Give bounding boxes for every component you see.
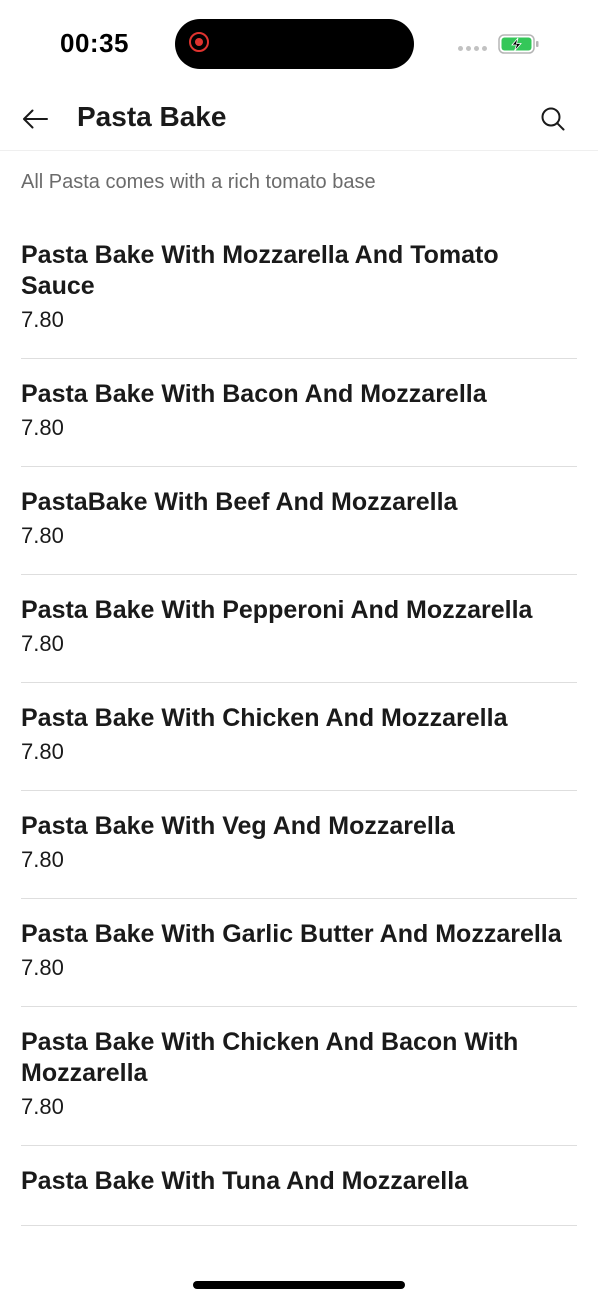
menu-item-price: 7.80 — [21, 955, 64, 980]
menu-item-name: PastaBake With Beef And Mozzarella — [21, 488, 458, 516]
menu-item[interactable]: Pasta Bake With Chicken And Mozzarella 7… — [21, 683, 577, 791]
menu-item-name: Pasta Bake With Garlic Butter And Mozzar… — [21, 920, 562, 948]
menu-item-name: Pasta Bake With Mozzarella And Tomato Sa… — [21, 241, 499, 300]
menu-item-price: 7.80 — [21, 1094, 64, 1119]
battery-charging-icon — [498, 34, 539, 54]
menu-item-price: 7.80 — [21, 415, 64, 440]
arrow-left-icon — [23, 109, 48, 129]
menu-item-name: Pasta Bake With Tuna And Mozzarella — [21, 1167, 469, 1195]
menu-item[interactable]: Pasta Bake With Chicken And Bacon With M… — [21, 1007, 577, 1146]
screen-recording-icon — [189, 32, 209, 52]
menu-item[interactable]: PastaBake With Beef And Mozzarella 7.80 — [21, 467, 577, 575]
menu-item-price: 7.80 — [21, 847, 64, 872]
menu-item-price: 7.80 — [21, 631, 64, 656]
menu-item-name: Pasta Bake With Veg And Mozzarella — [21, 812, 455, 840]
menu-item[interactable]: Pasta Bake With Veg And Mozzarella 7.80 — [21, 791, 577, 899]
cellular-signal-icon — [458, 46, 487, 51]
menu-item[interactable]: Pasta Bake With Mozzarella And Tomato Sa… — [21, 220, 577, 359]
app-header: Pasta Bake — [0, 88, 598, 151]
menu-item-name: Pasta Bake With Pepperoni And Mozzarella — [21, 596, 533, 624]
menu-item[interactable]: Pasta Bake With Pepperoni And Mozzarella… — [21, 575, 577, 683]
menu-item-name: Pasta Bake With Bacon And Mozzarella — [21, 380, 487, 408]
search-button[interactable] — [532, 98, 574, 140]
status-time: 00:35 — [60, 28, 129, 58]
menu-item[interactable]: Pasta Bake With Tuna And Mozzarella — [21, 1146, 577, 1226]
menu-item[interactable]: Pasta Bake With Bacon And Mozzarella 7.8… — [21, 359, 577, 467]
menu-item-name: Pasta Bake With Chicken And Mozzarella — [21, 704, 508, 732]
home-indicator[interactable] — [193, 1281, 405, 1289]
menu-list: Pasta Bake With Mozzarella And Tomato Sa… — [21, 220, 577, 1226]
menu-item[interactable]: Pasta Bake With Garlic Butter And Mozzar… — [21, 899, 577, 1007]
page-title: Pasta Bake — [77, 101, 227, 132]
dynamic-island — [175, 19, 414, 69]
category-description: All Pasta comes with a rich tomato base — [21, 171, 376, 193]
menu-item-price: 7.80 — [21, 739, 64, 764]
menu-item-name: Pasta Bake With Chicken And Bacon With M… — [21, 1028, 519, 1087]
back-button[interactable] — [14, 98, 56, 140]
search-icon — [541, 107, 565, 131]
status-bar: 00:35 — [0, 0, 598, 88]
menu-item-price: 7.80 — [21, 307, 64, 332]
menu-item-price: 7.80 — [21, 523, 64, 548]
